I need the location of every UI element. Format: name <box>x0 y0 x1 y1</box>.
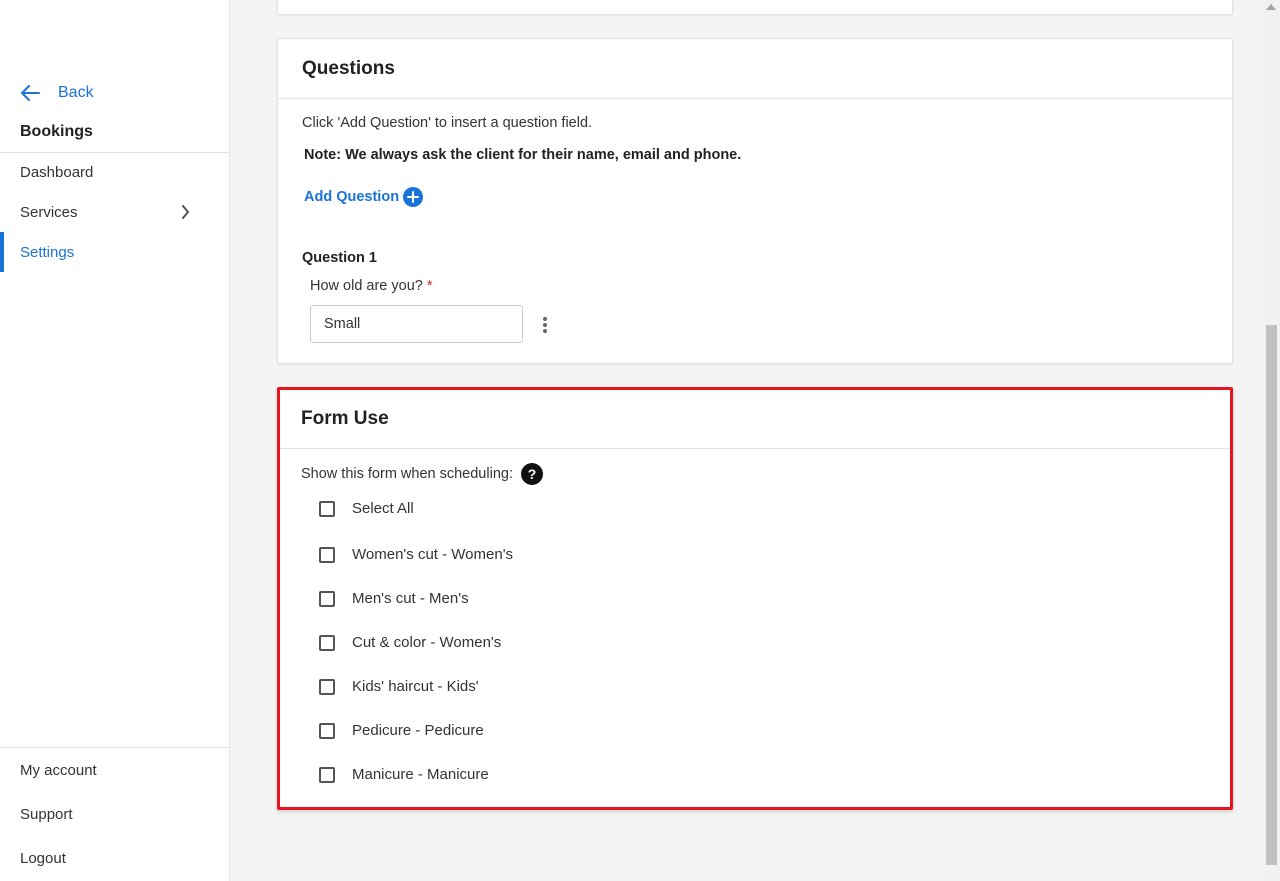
checkbox-manicure[interactable]: Manicure - Manicure <box>319 766 489 783</box>
add-question-label: Add Question <box>304 189 400 205</box>
back-label: Back <box>58 84 94 101</box>
questions-card: Questions Click 'Add Question' to insert… <box>277 38 1233 364</box>
checkbox-label: Men's cut - Men's <box>352 590 469 607</box>
required-marker: * <box>426 278 433 294</box>
question-label: How old are you? * <box>310 278 433 294</box>
scroll-up-arrow-icon[interactable] <box>1266 4 1276 10</box>
checkbox[interactable] <box>319 500 335 517</box>
question-title: Question 1 <box>302 250 377 266</box>
section-title: Bookings <box>20 123 93 140</box>
checkbox[interactable] <box>319 634 335 651</box>
back-link[interactable]: Back <box>20 80 94 106</box>
more-vertical-icon[interactable] <box>540 315 550 335</box>
checkbox-pedicure[interactable]: Pedicure - Pedicure <box>319 722 484 739</box>
sidebar-item-label: Dashboard <box>20 163 94 181</box>
checkbox-label: Cut & color - Women's <box>352 634 502 651</box>
checkbox-label: Kids' haircut - Kids' <box>352 678 479 695</box>
sidebar-item-services[interactable]: Services <box>0 192 230 232</box>
questions-intro: Click 'Add Question' to insert a questio… <box>302 115 593 131</box>
logout-link[interactable]: Logout <box>20 850 66 867</box>
form-use-title: Form Use <box>280 390 1230 449</box>
plus-circle-icon <box>403 187 424 207</box>
question-label-text: How old are you? <box>310 278 423 294</box>
show-form-label: Show this form when scheduling: ? <box>301 463 543 485</box>
sidebar: Back Bookings Dashboard Services Setting… <box>0 0 230 881</box>
support-link[interactable]: Support <box>20 806 73 823</box>
checkbox-womens-cut[interactable]: Women's cut - Women's <box>319 546 513 563</box>
checkbox-label: Women's cut - Women's <box>352 546 514 563</box>
form-use-card: Form Use Show this form when scheduling:… <box>277 387 1233 810</box>
previous-card <box>277 0 1233 15</box>
checkbox[interactable] <box>319 546 335 563</box>
checkbox-cut-color[interactable]: Cut & color - Women's <box>319 634 501 651</box>
sidebar-item-label: Services <box>20 203 78 221</box>
checkbox-label: Pedicure - Pedicure <box>352 722 484 739</box>
arrow-left-icon <box>21 85 40 101</box>
question-answer-field[interactable]: Small <box>310 305 523 343</box>
chevron-right-icon <box>182 205 190 219</box>
sidebar-item-label: Settings <box>20 243 75 261</box>
checkbox[interactable] <box>319 722 335 739</box>
sidebar-item-dashboard[interactable]: Dashboard <box>0 152 230 192</box>
checkbox[interactable] <box>319 766 335 783</box>
scrollbar-thumb[interactable] <box>1266 325 1277 865</box>
checkbox-mens-cut[interactable]: Men's cut - Men's <box>319 590 469 607</box>
checkbox-label: Select All <box>352 500 414 517</box>
questions-note: Note: We always ask the client for their… <box>304 147 742 163</box>
checkbox-label: Manicure - Manicure <box>352 766 489 783</box>
checkbox[interactable] <box>319 678 335 695</box>
show-form-text: Show this form when scheduling: <box>301 466 513 482</box>
sidebar-item-settings[interactable]: Settings <box>0 232 230 272</box>
questions-title: Questions <box>278 39 1232 99</box>
divider <box>0 747 230 748</box>
checkbox-select-all[interactable]: Select All <box>319 500 414 517</box>
my-account-link[interactable]: My account <box>20 762 97 779</box>
checkbox-kids-haircut[interactable]: Kids' haircut - Kids' <box>319 678 479 695</box>
checkbox[interactable] <box>319 590 335 607</box>
help-icon[interactable]: ? <box>520 463 543 485</box>
add-question-button[interactable]: Add Question <box>304 187 424 207</box>
answer-value: Small <box>324 316 361 332</box>
